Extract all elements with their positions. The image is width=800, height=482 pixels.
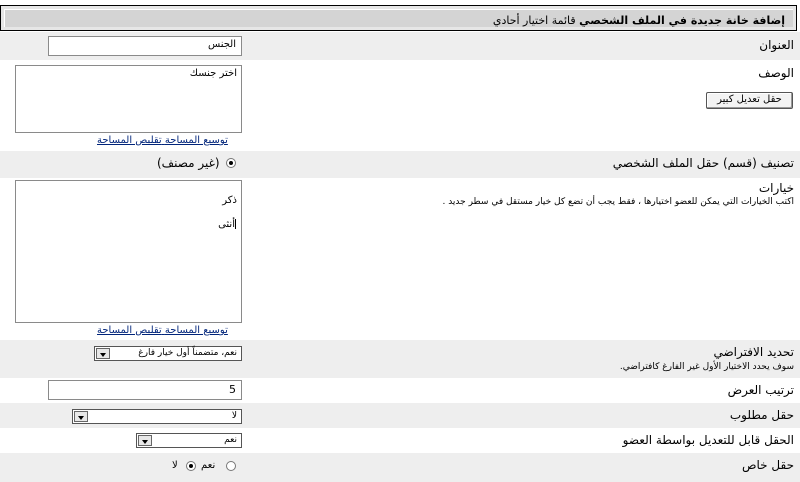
default-label: تحديد الافتراضي <box>713 345 794 359</box>
options-shrink-link[interactable]: تقليص المساحة <box>97 325 162 336</box>
options-label: خيارات <box>758 181 794 195</box>
form-header-inner: إضافة خانة جديدة في الملف الشخصي قائمة ا… <box>4 9 793 27</box>
form-title: إضافة خانة جديدة في الملف الشخصي <box>579 14 785 27</box>
row-private: حقل خاص نعم لا <box>0 453 800 482</box>
required-select-value: لا <box>231 411 237 421</box>
row-title: العنوان الجنس <box>0 32 800 60</box>
editable-select[interactable]: نعم <box>136 433 242 448</box>
required-label: حقل مطلوب <box>729 408 794 422</box>
default-select[interactable]: نعم، متضمناً أول خيار فارغ <box>94 346 242 361</box>
row-category: تصنيف (قسم) حقل الملف الشخصي (غير مصنف) <box>0 151 800 178</box>
chevron-down-icon <box>138 435 152 446</box>
display-order-label: ترتيب العرض <box>727 383 794 397</box>
default-select-value: نعم، متضمناً أول خيار فارغ <box>138 348 237 358</box>
row-options: خيارات اكتب الخيارات التي يمكن للعضو اخت… <box>0 178 800 340</box>
description-shrink-link[interactable]: تقليص المساحة <box>97 135 162 146</box>
options-description: اكتب الخيارات التي يمكن للعضو اختيارها ،… <box>442 197 794 207</box>
options-line-2: أنثى <box>20 219 237 231</box>
options-line-2-text: أنثى <box>218 219 235 230</box>
category-option-label: (غير مصنف) <box>157 156 220 170</box>
description-label: الوصف <box>758 66 794 80</box>
row-display-order: ترتيب العرض 5 <box>0 378 800 403</box>
private-no-radio[interactable] <box>186 461 196 471</box>
default-description: سوف يحدد الاختيار الأول غير الفارغ كافتر… <box>619 362 794 372</box>
text-caret <box>235 219 236 229</box>
options-line-1: ذكر <box>222 195 237 206</box>
row-editable: الحقل قابل للتعديل بواسطة العضو نعم <box>0 428 800 453</box>
row-default: تحديد الافتراضي سوف يحدد الاختيار الأول … <box>0 340 800 378</box>
category-radio[interactable] <box>226 158 236 168</box>
description-resize-links: توسيع المساحة تقليص المساحة <box>97 135 228 146</box>
display-order-input[interactable]: 5 <box>48 380 242 400</box>
big-edit-button[interactable]: حقل تعديل كبير <box>706 92 793 109</box>
description-textarea[interactable]: اختر جنسك <box>15 65 242 133</box>
title-input[interactable]: الجنس <box>48 36 242 56</box>
options-expand-link[interactable]: توسيع المساحة <box>165 325 228 336</box>
form-subtitle: قائمة اختيار أحادي <box>492 14 576 27</box>
form-header: إضافة خانة جديدة في الملف الشخصي قائمة ا… <box>0 5 797 31</box>
editable-label: الحقل قابل للتعديل بواسطة العضو <box>622 433 794 447</box>
options-resize-links: توسيع المساحة تقليص المساحة <box>97 325 228 336</box>
chevron-down-icon <box>96 348 110 359</box>
row-required: حقل مطلوب لا <box>0 403 800 428</box>
title-label: العنوان <box>759 38 794 52</box>
chevron-down-icon <box>74 411 88 422</box>
form-header-text: إضافة خانة جديدة في الملف الشخصي قائمة ا… <box>493 14 785 27</box>
options-textarea[interactable]: ذكر أنثى <box>15 180 242 323</box>
description-expand-link[interactable]: توسيع المساحة <box>165 135 228 146</box>
required-select[interactable]: لا <box>72 409 242 424</box>
private-label: حقل خاص <box>742 458 794 472</box>
editable-select-value: نعم <box>224 435 237 445</box>
private-yes-label: نعم <box>201 460 216 471</box>
category-label: تصنيف (قسم) حقل الملف الشخصي <box>612 156 794 170</box>
private-yes-radio[interactable] <box>226 461 236 471</box>
row-description: الوصف اختر جنسك توسيع المساحة تقليص المس… <box>0 60 800 151</box>
private-no-label: لا <box>172 460 178 471</box>
